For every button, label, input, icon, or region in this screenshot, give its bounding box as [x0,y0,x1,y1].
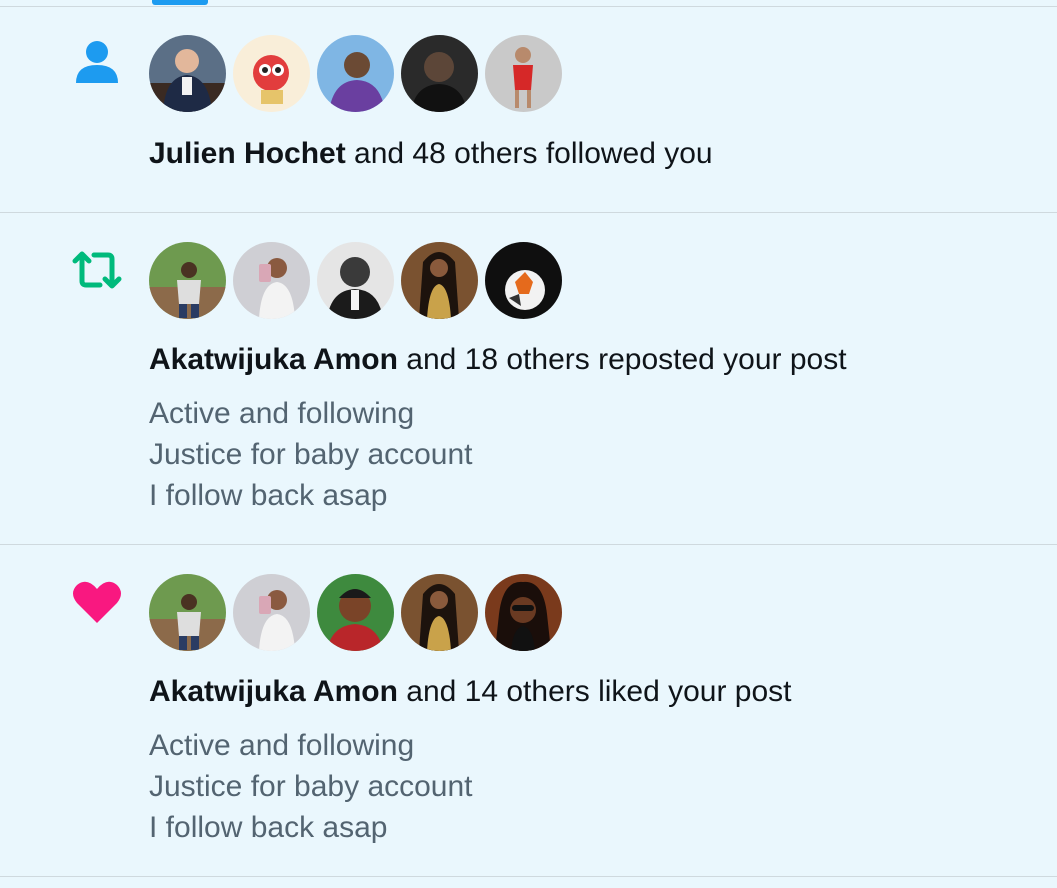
avatar[interactable] [233,35,310,112]
snippet-line: Justice for baby account [149,438,473,471]
snippet-line: I follow back asap [149,479,388,512]
avatar-group [149,35,569,112]
avatar[interactable] [317,242,394,319]
action-text: and 18 others reposted your post [397,343,847,376]
avatar[interactable] [485,242,562,319]
snippet-line: Justice for baby account [149,770,473,803]
post-snippet[interactable]: Active and following Justice for baby ac… [149,393,473,516]
avatar-group [149,242,569,319]
avatar[interactable] [317,574,394,651]
snippet-line: I follow back asap [149,811,388,844]
active-tab-indicator [152,0,208,5]
notification-text: Julien Hochet and 48 others followed you [149,137,713,171]
avatar-group [149,574,569,651]
avatar[interactable] [401,574,478,651]
avatar[interactable] [233,242,310,319]
avatar[interactable] [485,574,562,651]
repost-icon [70,243,124,297]
actor-name[interactable]: Akatwijuka Amon [149,343,398,376]
action-text: and 48 others followed you [345,137,713,170]
notification-text: Akatwijuka Amon and 14 others liked your… [149,675,792,709]
avatar[interactable] [149,242,226,319]
notification-text: Akatwijuka Amon and 18 others reposted y… [149,343,847,377]
avatar[interactable] [485,35,562,112]
heart-icon [70,575,124,629]
post-snippet[interactable]: Active and following Justice for baby ac… [149,725,473,848]
notification-follow[interactable]: Julien Hochet and 48 others followed you [0,7,1057,213]
snippet-line: Active and following [149,397,415,430]
avatar[interactable] [149,574,226,651]
avatar[interactable] [149,35,226,112]
action-text: and 14 others liked your post [397,675,792,708]
avatar[interactable] [401,35,478,112]
actor-name[interactable]: Akatwijuka Amon [149,675,398,708]
avatar[interactable] [233,574,310,651]
notification-like[interactable]: Akatwijuka Amon and 14 others liked your… [0,545,1057,877]
snippet-line: Active and following [149,729,415,762]
avatar[interactable] [401,242,478,319]
actor-name[interactable]: Julien Hochet [149,137,346,170]
person-icon [70,35,124,89]
notification-repost[interactable]: Akatwijuka Amon and 18 others reposted y… [0,213,1057,545]
avatar[interactable] [317,35,394,112]
